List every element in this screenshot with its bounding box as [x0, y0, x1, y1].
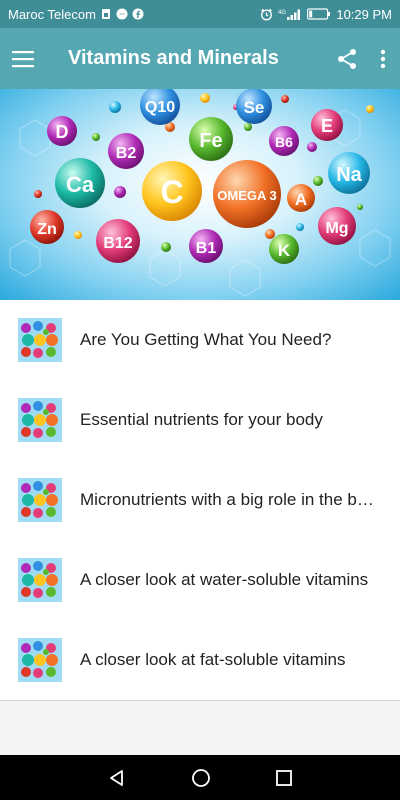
list-item[interactable]: Are You Getting What You Need?	[0, 300, 400, 380]
hamburger-menu-icon[interactable]	[12, 50, 34, 68]
battery-icon	[307, 8, 331, 20]
back-icon[interactable]	[107, 768, 127, 788]
nutrient-label: K	[278, 241, 291, 260]
nutrient-label: B12	[103, 235, 132, 252]
nutrient-label: Ca	[66, 172, 95, 197]
nutrient-label: OMEGA 3	[217, 188, 276, 203]
list-item[interactable]: Essential nutrients for your body	[0, 380, 400, 460]
nutrient-label: Q10	[145, 99, 175, 116]
nutrient-label: Fe	[199, 130, 222, 152]
share-icon[interactable]	[336, 48, 358, 70]
list-item[interactable]: Micronutrients with a big role in the bo…	[0, 460, 400, 540]
list-item-label: A closer look at water-soluble vitamins	[80, 570, 369, 589]
system-nav-bar	[0, 755, 400, 800]
network-type-label: 4G	[278, 10, 286, 16]
recents-icon[interactable]	[275, 769, 293, 787]
article-thumbnail	[18, 638, 62, 682]
clock: 10:29 PM	[336, 6, 392, 22]
facebook-icon	[132, 8, 144, 20]
list-item-label: Are You Getting What You Need?	[80, 330, 332, 349]
article-thumbnail	[18, 318, 62, 362]
carrier-label: Maroc Telecom	[8, 6, 96, 22]
list-divider	[0, 700, 400, 701]
messenger-icon	[116, 8, 128, 20]
home-icon[interactable]	[191, 768, 211, 788]
alarm-icon	[260, 8, 273, 21]
nutrient-label: Mg	[325, 220, 348, 237]
more-vert-icon[interactable]	[380, 49, 386, 69]
article-thumbnail	[18, 398, 62, 442]
status-bar: Maroc Telecom 4G 10:29 PM	[0, 0, 400, 28]
list-item[interactable]: A closer look at water-soluble vitamins	[0, 540, 400, 620]
nutrient-label: B2	[116, 145, 137, 162]
hero-image: D Q10 Se E B2 Fe B6 Ca C OMEGA 3 A Na Zn…	[0, 89, 400, 300]
signal-icon: 4G	[278, 8, 302, 21]
nutrient-label: B1	[196, 240, 217, 257]
nutrient-label: C	[160, 174, 183, 210]
app-bar: Vitamins and Minerals	[0, 28, 400, 89]
nutrient-label: A	[295, 190, 307, 209]
nutrient-label: E	[321, 116, 333, 136]
article-list: Are You Getting What You Need? Essential…	[0, 300, 400, 701]
nutrient-label: B6	[275, 134, 293, 150]
list-item-label: A closer look at fat-soluble vitamins	[80, 650, 346, 669]
list-item[interactable]: A closer look at fat-soluble vitamins	[0, 620, 400, 700]
list-item-label: Micronutrients with a big role in the bo…	[80, 490, 380, 509]
list-item-label: Essential nutrients for your body	[80, 410, 323, 429]
nutrient-label: Se	[244, 98, 265, 117]
article-thumbnail	[18, 558, 62, 602]
sim-icon	[100, 8, 112, 20]
nutrient-label: D	[56, 122, 69, 142]
nutrient-label: Zn	[37, 221, 57, 238]
article-thumbnail	[18, 478, 62, 522]
nutrient-label: Na	[336, 164, 362, 186]
app-title: Vitamins and Minerals	[68, 47, 279, 69]
